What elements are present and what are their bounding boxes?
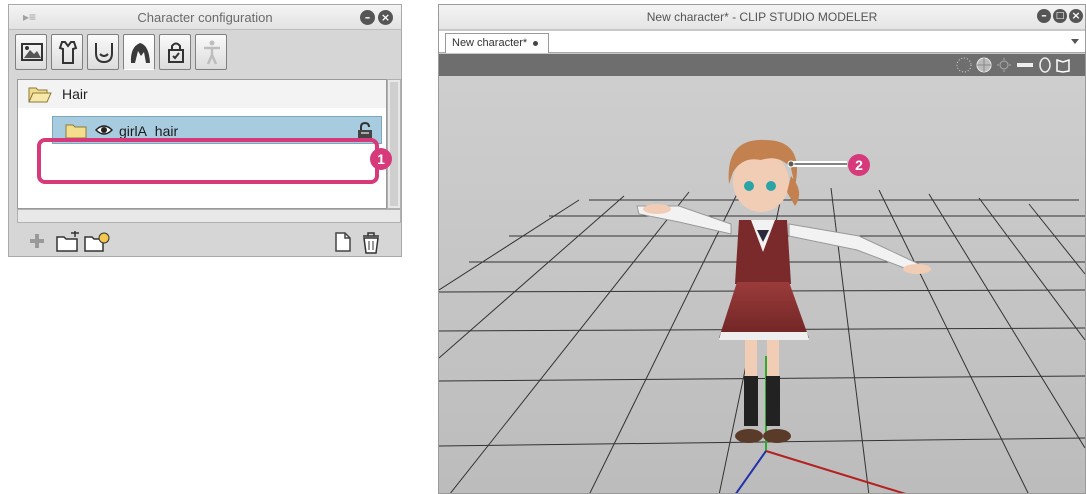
window-titlebar: New character* - CLIP STUDIO MODELER – □… xyxy=(439,5,1085,29)
tab-costume[interactable] xyxy=(51,34,83,70)
window-title: New character* - CLIP STUDIO MODELER xyxy=(646,10,878,24)
folder-icon xyxy=(65,124,87,139)
modeler-window: New character* - CLIP STUDIO MODELER – □… xyxy=(438,4,1086,494)
pose-figure-icon xyxy=(204,40,220,65)
scene-icon xyxy=(21,43,43,61)
panel-bottom-toolbar xyxy=(9,227,401,257)
part-list: Hair girlA_hair xyxy=(17,79,387,209)
tab-new-character[interactable]: New character* xyxy=(445,33,549,53)
callout-badge-1: 1 xyxy=(370,148,392,170)
light-display-icon[interactable] xyxy=(995,57,1013,73)
tab-pose[interactable] xyxy=(195,34,227,70)
minimize-panel-button[interactable]: – xyxy=(360,10,375,25)
group-label: Hair xyxy=(62,86,88,102)
bone-display-icon[interactable] xyxy=(1015,57,1035,73)
wireframe-sphere-icon[interactable] xyxy=(975,57,993,73)
import-folder-icon[interactable] xyxy=(83,231,111,253)
tab-face[interactable] xyxy=(87,34,119,70)
maximize-window-button[interactable]: □ xyxy=(1053,9,1067,23)
book-display-icon[interactable] xyxy=(1055,57,1071,73)
tab-label: New character* xyxy=(452,37,528,49)
point-display-icon[interactable] xyxy=(955,57,973,73)
3d-scene xyxy=(439,139,1085,493)
tab-menu-chevron-icon[interactable] xyxy=(1071,39,1079,44)
tab-scene[interactable] xyxy=(15,34,47,70)
close-panel-button[interactable]: × xyxy=(378,10,393,25)
list-item-group[interactable]: Hair xyxy=(18,80,386,108)
tab-hair[interactable] xyxy=(123,34,155,70)
view-toolbar xyxy=(439,54,1085,76)
3d-viewport[interactable] xyxy=(439,76,1085,493)
hair-icon xyxy=(130,43,150,63)
open-folder-icon xyxy=(28,87,52,103)
collision-display-icon[interactable] xyxy=(1037,57,1053,73)
trash-icon[interactable] xyxy=(361,231,381,255)
list-item-selected[interactable]: girlA_hair xyxy=(52,116,382,144)
unsaved-dot-icon xyxy=(533,41,538,46)
list-vertical-scrollbar[interactable] xyxy=(387,79,401,209)
face-icon xyxy=(95,43,113,64)
panel-title: Character configuration xyxy=(137,10,273,25)
new-folder-icon[interactable] xyxy=(55,231,81,253)
panel-titlebar: ▸≡ Character configuration – × xyxy=(9,5,401,30)
minimize-window-button[interactable]: – xyxy=(1037,9,1051,23)
list-horizontal-scrollbar[interactable] xyxy=(17,209,401,223)
character-configuration-panel: ▸≡ Character configuration – × Hair girl… xyxy=(8,4,402,257)
close-window-button[interactable]: × xyxy=(1069,9,1083,23)
accessory-icon xyxy=(168,42,184,63)
callout-badge-2: 2 xyxy=(848,154,870,176)
new-page-icon[interactable] xyxy=(333,231,353,253)
document-tabbar: New character* xyxy=(439,31,1085,53)
visibility-eye-icon[interactable] xyxy=(95,124,113,136)
tab-accessory[interactable] xyxy=(159,34,191,70)
unlocked-lock-icon[interactable] xyxy=(357,122,373,140)
add-icon[interactable] xyxy=(27,231,47,251)
shirt-icon xyxy=(58,41,78,64)
item-label: girlA_hair xyxy=(119,123,179,139)
